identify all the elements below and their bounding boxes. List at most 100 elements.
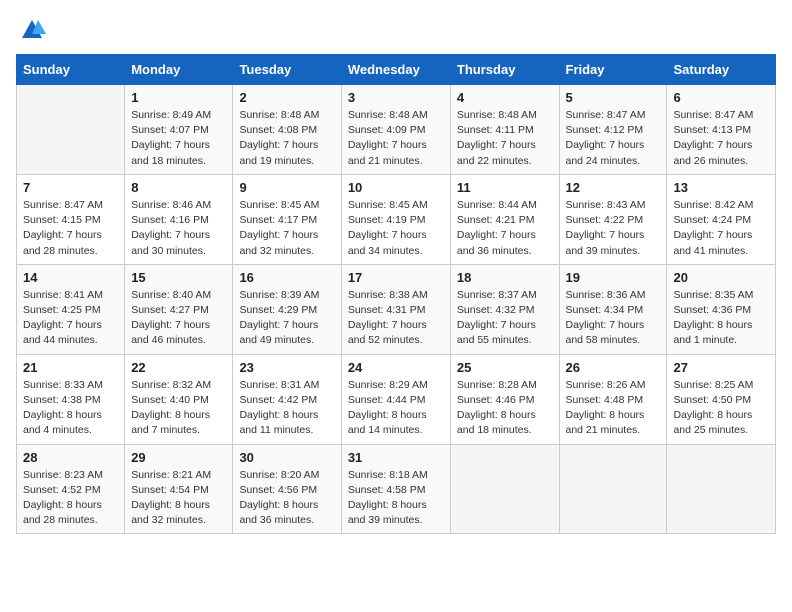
calendar-cell [450, 444, 559, 534]
calendar-cell: 10 Sunrise: 8:45 AMSunset: 4:19 PMDayligh… [341, 174, 450, 264]
day-info: Sunrise: 8:48 AMSunset: 4:09 PMDaylight:… [348, 108, 444, 169]
calendar-cell: 31 Sunrise: 8:18 AMSunset: 4:58 PMDayligh… [341, 444, 450, 534]
weekday-header-monday: Monday [125, 55, 233, 85]
calendar-cell: 2 Sunrise: 8:48 AMSunset: 4:08 PMDaylight… [233, 85, 341, 175]
day-number: 6 [673, 90, 769, 105]
day-info: Sunrise: 8:32 AMSunset: 4:40 PMDaylight:… [131, 378, 226, 439]
day-number: 22 [131, 360, 226, 375]
day-number: 18 [457, 270, 553, 285]
calendar-cell: 27Sunrise: 8:25 AMSunset: 4:50 PMDayligh… [667, 354, 776, 444]
day-info: Sunrise: 8:41 AMSunset: 4:25 PMDaylight:… [23, 288, 118, 349]
day-info: Sunrise: 8:47 AMSunset: 4:15 PMDaylight:… [23, 198, 118, 259]
day-info: Sunrise: 8:28 AMSunset: 4:46 PMDaylight:… [457, 378, 553, 439]
day-info: Sunrise: 8:25 AMSunset: 4:50 PMDaylight:… [673, 378, 769, 439]
day-info: Sunrise: 8:45 AMSunset: 4:17 PMDaylight:… [239, 198, 334, 259]
day-info: Sunrise: 8:46 AMSunset: 4:16 PMDaylight:… [131, 198, 226, 259]
calendar-cell: 4 Sunrise: 8:48 AMSunset: 4:11 PMDaylight… [450, 85, 559, 175]
weekday-header-friday: Friday [559, 55, 667, 85]
day-info: Sunrise: 8:26 AMSunset: 4:48 PMDaylight:… [566, 378, 661, 439]
calendar-cell: 29 Sunrise: 8:21 AMSunset: 4:54 PMDayligh… [125, 444, 233, 534]
calendar-cell: 5 Sunrise: 8:47 AMSunset: 4:12 PMDaylight… [559, 85, 667, 175]
calendar-cell [667, 444, 776, 534]
day-info: Sunrise: 8:35 AMSunset: 4:36 PMDaylight:… [673, 288, 769, 349]
day-info: Sunrise: 8:18 AMSunset: 4:58 PMDaylight:… [348, 468, 444, 529]
day-info: Sunrise: 8:36 AMSunset: 4:34 PMDaylight:… [566, 288, 661, 349]
day-number: 1 [131, 90, 226, 105]
day-number: 11 [457, 180, 553, 195]
calendar-cell [17, 85, 125, 175]
day-number: 3 [348, 90, 444, 105]
week-row-5: 28 Sunrise: 8:23 AMSunset: 4:52 PMDayligh… [17, 444, 776, 534]
week-row-1: 1 Sunrise: 8:49 AMSunset: 4:07 PMDaylight… [17, 85, 776, 175]
calendar-cell [559, 444, 667, 534]
day-info: Sunrise: 8:47 AMSunset: 4:12 PMDaylight:… [566, 108, 661, 169]
day-number: 2 [239, 90, 334, 105]
day-number: 21 [23, 360, 118, 375]
calendar-cell: 18 Sunrise: 8:37 AMSunset: 4:32 PMDayligh… [450, 264, 559, 354]
calendar-cell: 22 Sunrise: 8:32 AMSunset: 4:40 PMDayligh… [125, 354, 233, 444]
calendar-cell: 6 Sunrise: 8:47 AMSunset: 4:13 PMDaylight… [667, 85, 776, 175]
day-number: 20 [673, 270, 769, 285]
day-info: Sunrise: 8:23 AMSunset: 4:52 PMDaylight:… [23, 468, 118, 529]
calendar-cell: 14Sunrise: 8:41 AMSunset: 4:25 PMDayligh… [17, 264, 125, 354]
day-number: 15 [131, 270, 226, 285]
calendar-cell: 7 Sunrise: 8:47 AMSunset: 4:15 PMDaylight… [17, 174, 125, 264]
calendar-cell: 25 Sunrise: 8:28 AMSunset: 4:46 PMDayligh… [450, 354, 559, 444]
day-number: 12 [566, 180, 661, 195]
header [16, 16, 776, 44]
calendar-cell: 24 Sunrise: 8:29 AMSunset: 4:44 PMDayligh… [341, 354, 450, 444]
calendar-cell: 12 Sunrise: 8:43 AMSunset: 4:22 PMDayligh… [559, 174, 667, 264]
weekday-header-tuesday: Tuesday [233, 55, 341, 85]
day-number: 13 [673, 180, 769, 195]
day-number: 26 [566, 360, 661, 375]
calendar-cell: 8 Sunrise: 8:46 AMSunset: 4:16 PMDaylight… [125, 174, 233, 264]
week-row-4: 21 Sunrise: 8:33 AMSunset: 4:38 PMDayligh… [17, 354, 776, 444]
day-info: Sunrise: 8:37 AMSunset: 4:32 PMDaylight:… [457, 288, 553, 349]
day-info: Sunrise: 8:48 AMSunset: 4:08 PMDaylight:… [239, 108, 334, 169]
week-row-2: 7 Sunrise: 8:47 AMSunset: 4:15 PMDaylight… [17, 174, 776, 264]
day-number: 28 [23, 450, 118, 465]
day-number: 7 [23, 180, 118, 195]
day-info: Sunrise: 8:20 AMSunset: 4:56 PMDaylight:… [239, 468, 334, 529]
day-number: 17 [348, 270, 444, 285]
day-info: Sunrise: 8:38 AMSunset: 4:31 PMDaylight:… [348, 288, 444, 349]
day-number: 23 [239, 360, 334, 375]
day-number: 5 [566, 90, 661, 105]
day-info: Sunrise: 8:49 AMSunset: 4:07 PMDaylight:… [131, 108, 226, 169]
calendar-cell: 13 Sunrise: 8:42 AMSunset: 4:24 PMDayligh… [667, 174, 776, 264]
day-number: 24 [348, 360, 444, 375]
day-info: Sunrise: 8:43 AMSunset: 4:22 PMDaylight:… [566, 198, 661, 259]
calendar-cell: 17 Sunrise: 8:38 AMSunset: 4:31 PMDayligh… [341, 264, 450, 354]
day-info: Sunrise: 8:29 AMSunset: 4:44 PMDaylight:… [348, 378, 444, 439]
weekday-header-thursday: Thursday [450, 55, 559, 85]
day-number: 29 [131, 450, 226, 465]
day-number: 25 [457, 360, 553, 375]
day-number: 10 [348, 180, 444, 195]
calendar-cell: 16Sunrise: 8:39 AMSunset: 4:29 PMDayligh… [233, 264, 341, 354]
day-number: 8 [131, 180, 226, 195]
day-number: 4 [457, 90, 553, 105]
weekday-header-saturday: Saturday [667, 55, 776, 85]
calendar-cell: 20 Sunrise: 8:35 AMSunset: 4:36 PMDayligh… [667, 264, 776, 354]
day-number: 31 [348, 450, 444, 465]
day-info: Sunrise: 8:21 AMSunset: 4:54 PMDaylight:… [131, 468, 226, 529]
calendar-cell: 19Sunrise: 8:36 AMSunset: 4:34 PMDayligh… [559, 264, 667, 354]
day-info: Sunrise: 8:33 AMSunset: 4:38 PMDaylight:… [23, 378, 118, 439]
calendar-cell: 1 Sunrise: 8:49 AMSunset: 4:07 PMDaylight… [125, 85, 233, 175]
day-info: Sunrise: 8:42 AMSunset: 4:24 PMDaylight:… [673, 198, 769, 259]
day-info: Sunrise: 8:45 AMSunset: 4:19 PMDaylight:… [348, 198, 444, 259]
weekday-header-row: SundayMondayTuesdayWednesdayThursdayFrid… [17, 55, 776, 85]
day-info: Sunrise: 8:48 AMSunset: 4:11 PMDaylight:… [457, 108, 553, 169]
weekday-header-sunday: Sunday [17, 55, 125, 85]
calendar: SundayMondayTuesdayWednesdayThursdayFrid… [16, 54, 776, 534]
day-info: Sunrise: 8:47 AMSunset: 4:13 PMDaylight:… [673, 108, 769, 169]
day-number: 9 [239, 180, 334, 195]
day-info: Sunrise: 8:44 AMSunset: 4:21 PMDaylight:… [457, 198, 553, 259]
calendar-cell: 23Sunrise: 8:31 AMSunset: 4:42 PMDayligh… [233, 354, 341, 444]
calendar-cell: 28 Sunrise: 8:23 AMSunset: 4:52 PMDayligh… [17, 444, 125, 534]
day-number: 30 [239, 450, 334, 465]
logo-icon [18, 16, 46, 44]
day-info: Sunrise: 8:40 AMSunset: 4:27 PMDaylight:… [131, 288, 226, 349]
calendar-cell: 3 Sunrise: 8:48 AMSunset: 4:09 PMDaylight… [341, 85, 450, 175]
calendar-cell: 9 Sunrise: 8:45 AMSunset: 4:17 PMDaylight… [233, 174, 341, 264]
